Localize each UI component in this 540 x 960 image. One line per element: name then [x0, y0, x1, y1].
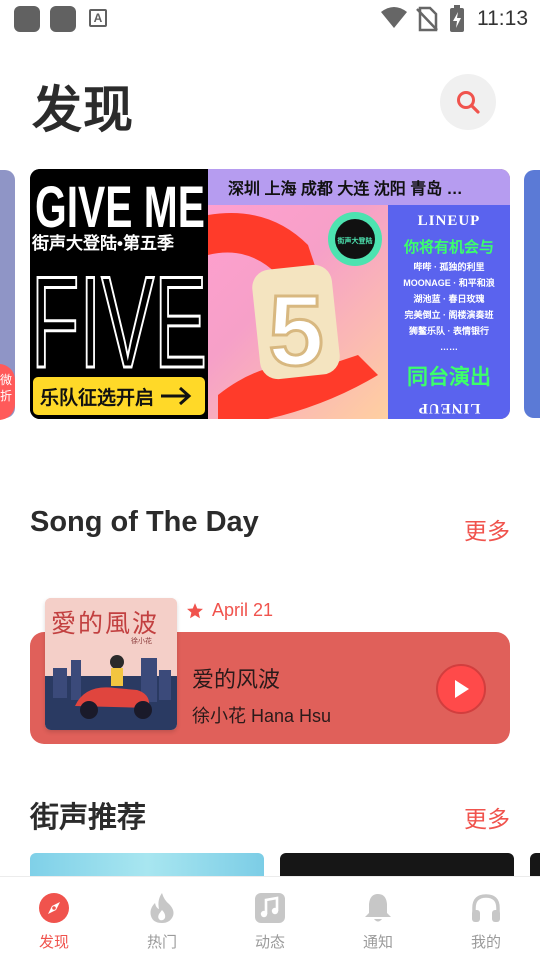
- song-date-label: April 21: [212, 600, 274, 620]
- search-button[interactable]: [440, 74, 496, 130]
- wifi-icon: [381, 7, 407, 28]
- banner-poster-left: GIVE ME 街声大登陆•第五季 FIVE 乐队征选开启: [30, 169, 208, 419]
- lineup-band: 狮鳖乐队 · 表情银行: [409, 326, 489, 336]
- prev-slide-tag: 微 折: [0, 364, 15, 420]
- tab-label: 通知: [362, 934, 393, 951]
- music-note-icon: [253, 891, 287, 925]
- headphones-icon: [469, 891, 503, 925]
- battery-charging-icon: [450, 5, 464, 32]
- tab-label: 我的: [470, 934, 501, 951]
- hands-number-graphic: 5 街声大登陆: [208, 212, 382, 419]
- tab-label: 发现: [38, 934, 69, 951]
- banner-five-text: FIVE: [30, 255, 208, 375]
- search-icon: [457, 91, 480, 114]
- notification-icon: [50, 6, 76, 32]
- no-sim-icon: [416, 6, 438, 32]
- tab-hot[interactable]: 热门: [108, 877, 216, 960]
- banner-cities: 深圳 上海 成都 大连 沈阳 青岛 …: [208, 169, 510, 205]
- app-screen: A 11:13 发现 微 折 GIVE ME 街声大登陆•第五季 FIVE 乐队…: [0, 0, 540, 960]
- album-cover[interactable]: 愛的風波 徐小花: [45, 598, 177, 730]
- section-title-recommend: 街声推荐: [30, 802, 147, 834]
- section-title-song-of-the-day: Song of The Day: [30, 506, 259, 538]
- tab-discover[interactable]: 发现: [0, 877, 108, 960]
- banner-cta-label: 乐队征选开启: [40, 387, 155, 409]
- lineup-band: 湖池蓝 · 春日玫瑰: [413, 294, 485, 304]
- font-notification-icon: A: [89, 9, 107, 27]
- banner-give-me-text: GIVE ME: [35, 175, 205, 233]
- compass-icon: [37, 891, 71, 925]
- lineup-footer: 同台演出: [407, 366, 491, 389]
- banner-subtitle: 街声大登陆•第五季: [32, 234, 174, 253]
- album-cover-artist: 徐小花: [131, 638, 152, 645]
- lineup-band: ……: [440, 342, 458, 352]
- banner-cta[interactable]: 乐队征选开启: [33, 377, 205, 415]
- svg-text:街声大登陆: 街声大登陆: [337, 236, 373, 245]
- song-date: April 21: [186, 600, 273, 621]
- album-cover-title: 愛的風波: [51, 611, 160, 638]
- star-icon: [187, 602, 203, 618]
- flame-icon: [145, 891, 179, 925]
- banner-slide[interactable]: GIVE ME 街声大登陆•第五季 FIVE 乐队征选开启 深圳 上海 成都 大…: [30, 169, 510, 419]
- lineup-band: 完美倒立 · 阁楼演奏班: [404, 310, 494, 320]
- arrow-right-icon: [161, 387, 192, 405]
- clock: 11:13: [477, 7, 528, 30]
- notification-icon: [14, 6, 40, 32]
- tab-notifications[interactable]: 通知: [324, 877, 432, 960]
- bottom-tab-bar: 发现 热门 动态 通知 我的: [0, 876, 540, 960]
- tab-feed[interactable]: 动态: [216, 877, 324, 960]
- play-icon: [455, 680, 469, 698]
- lineup-band: 哔哔 · 孤独的利里: [413, 262, 485, 272]
- bell-icon: [361, 891, 395, 925]
- svg-text:GIVE ME: GIVE ME: [35, 175, 205, 233]
- banner-lineup: LINEUP 你将有机会与 哔哔 · 孤独的利里 MOONAGE · 和平和浪 …: [388, 205, 510, 419]
- recommend-more-link[interactable]: 更多: [464, 800, 510, 834]
- tab-label: 热门: [146, 934, 177, 951]
- page-title: 发现: [32, 82, 134, 138]
- song-title: 爱的风波: [192, 667, 281, 692]
- svg-text:FIVE: FIVE: [31, 255, 207, 375]
- banner-hands-image: 5 街声大登陆: [208, 205, 388, 419]
- lineup-title-flipped: LINEUP: [417, 400, 481, 416]
- lineup-title: LINEUP: [417, 213, 481, 229]
- lineup-band: MOONAGE · 和平和浪: [403, 278, 495, 288]
- tab-profile[interactable]: 我的: [432, 877, 540, 960]
- carousel-next-slide[interactable]: [524, 170, 540, 418]
- song-of-the-day-more-link[interactable]: 更多: [464, 512, 510, 546]
- lineup-headline: 你将有机会与: [403, 239, 494, 256]
- svg-text:5: 5: [268, 275, 324, 387]
- song-artist: 徐小花 Hana Hsu: [192, 706, 332, 726]
- banner-poster-right: 深圳 上海 成都 大连 沈阳 青岛 … 5 街声大登陆 LINEUP 你将有机会…: [208, 169, 510, 419]
- play-button[interactable]: [436, 664, 486, 714]
- tab-label: 动态: [254, 934, 285, 951]
- status-bar: A 11:13: [0, 0, 540, 38]
